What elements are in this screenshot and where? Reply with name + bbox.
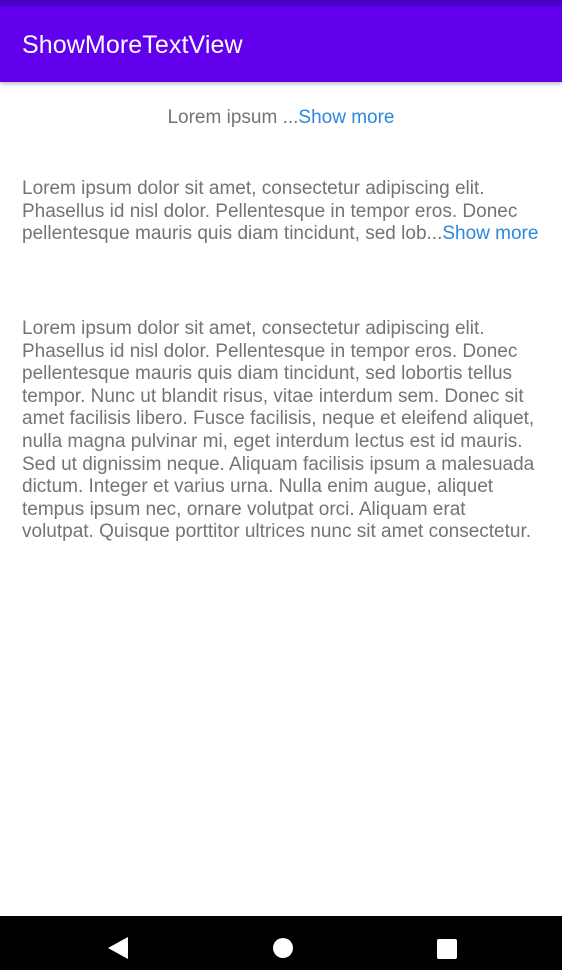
expanded-text-view: Lorem ipsum dolor sit amet, consectetur … [22, 318, 540, 544]
home-icon[interactable] [273, 938, 293, 958]
collapsed-text-view-long: Lorem ipsum dolor sit amet, consectetur … [22, 178, 540, 246]
app-title: ShowMoreTextView [22, 31, 243, 59]
show-more-link[interactable]: Show more [298, 107, 394, 128]
text-view-content: Lorem ipsum ... [167, 107, 299, 128]
system-navigation-bar [0, 916, 562, 970]
show-more-link[interactable]: Show more [442, 223, 538, 244]
collapsed-text-view-short: Lorem ipsum ...Show more [0, 107, 562, 130]
recents-icon[interactable] [437, 939, 457, 959]
app-bar: ShowMoreTextView [0, 6, 562, 82]
text-view-content: Lorem ipsum dolor sit amet, consectetur … [22, 318, 535, 543]
app-screen: ShowMoreTextView Lorem ipsum ...Show mor… [0, 0, 562, 970]
back-icon[interactable] [108, 937, 128, 959]
